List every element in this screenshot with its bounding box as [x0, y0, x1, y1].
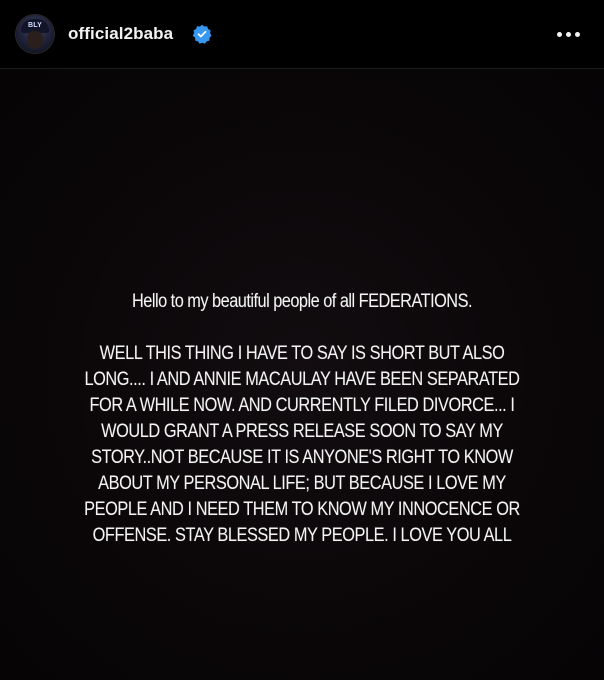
story-text-block: Hello to my beautiful people of all FEDE… — [30, 289, 574, 549]
username-link[interactable]: official2baba — [68, 23, 173, 45]
verified-badge-icon — [192, 24, 212, 44]
story-message: WELL THIS THING I HAVE TO SAY IS SHORT B… — [84, 343, 520, 546]
more-dot — [574, 31, 580, 37]
story-content[interactable]: Hello to my beautiful people of all FEDE… — [0, 69, 604, 680]
story-greeting: Hello to my beautiful people of all FEDE… — [131, 291, 473, 312]
avatar-cap-text: BLY — [28, 22, 42, 29]
avatar-face — [27, 31, 43, 49]
more-dot — [556, 31, 562, 37]
profile-avatar[interactable]: BLY — [16, 15, 54, 53]
more-options-icon[interactable] — [550, 22, 586, 46]
more-dot — [565, 31, 571, 37]
story-header: BLY official2baba — [0, 0, 604, 69]
